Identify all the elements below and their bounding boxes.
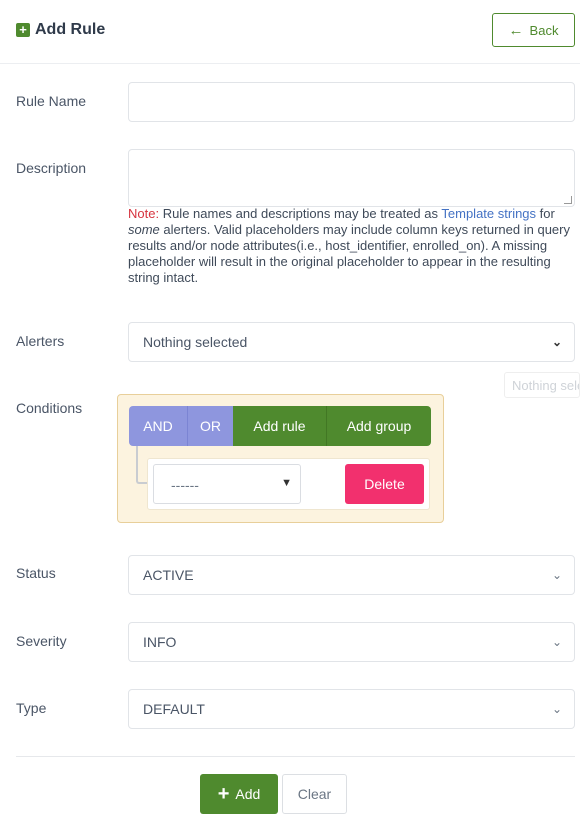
type-select[interactable]: DEFAULT ⌄	[128, 689, 575, 729]
chevron-down-icon: ⌄	[551, 635, 562, 649]
clear-button[interactable]: Clear	[282, 774, 347, 814]
rule-name-label: Rule Name	[16, 93, 87, 109]
note-text-2: for	[536, 206, 555, 221]
add-group-button[interactable]: Add group	[326, 406, 431, 446]
description-label: Description	[16, 160, 87, 176]
severity-value: INFO	[143, 634, 177, 650]
rule-name-input[interactable]	[128, 82, 575, 122]
plus-square-icon: +	[16, 23, 30, 37]
arrow-left-icon: ←	[508, 21, 524, 39]
description-textarea[interactable]	[128, 149, 575, 207]
chevron-down-icon: ⌄	[551, 702, 562, 716]
resize-grip-icon[interactable]	[564, 196, 572, 204]
add-button-label: Add	[235, 786, 261, 802]
note-prefix: Note:	[128, 206, 160, 221]
type-label: Type	[16, 700, 47, 716]
rule-field-value: ------	[171, 477, 199, 493]
page-title-text: Add Rule	[35, 21, 106, 38]
chevron-down-icon: ⌄	[551, 568, 562, 582]
alerters-select[interactable]: Nothing selected ⌄	[128, 322, 575, 362]
back-button[interactable]: ← Back	[492, 13, 575, 47]
alerters-label: Alerters	[16, 333, 65, 349]
status-select[interactable]: ACTIVE ⌄	[128, 555, 575, 595]
back-button-label: Back	[529, 22, 559, 38]
status-label: Status	[16, 565, 56, 581]
note-emphasis: some	[128, 222, 160, 237]
add-button[interactable]: + Add	[200, 774, 278, 814]
page-title: + Add Rule	[16, 21, 105, 39]
header-bar: + Add Rule ← Back	[0, 0, 580, 64]
template-strings-link[interactable]: Template strings	[441, 206, 536, 221]
caret-down-icon: ▼	[281, 477, 292, 489]
type-value: DEFAULT	[143, 701, 205, 717]
and-button[interactable]: AND	[129, 406, 187, 446]
note-text-1: Rule names and descriptions may be treat…	[159, 206, 442, 221]
chevron-down-icon: ⌄	[551, 335, 562, 349]
conditions-label: Conditions	[16, 400, 83, 416]
status-value: ACTIVE	[143, 567, 194, 583]
form-divider	[16, 756, 575, 757]
rule-field-select[interactable]: ------ ▼	[153, 464, 301, 504]
delete-rule-button[interactable]: Delete	[345, 464, 424, 504]
plus-icon: +	[217, 783, 230, 805]
alerters-value: Nothing selected	[143, 334, 248, 350]
description-note: Note: Rule names and descriptions may be…	[128, 206, 575, 286]
severity-select[interactable]: INFO ⌄	[128, 622, 575, 662]
severity-label: Severity	[16, 633, 67, 649]
add-rule-button[interactable]: Add rule	[233, 406, 326, 446]
alerters-ghost-dropdown: Nothing selected	[504, 372, 580, 398]
tree-connector	[136, 446, 147, 484]
note-text-3: alerters. Valid placeholders may include…	[128, 222, 570, 285]
or-button[interactable]: OR	[187, 406, 233, 446]
